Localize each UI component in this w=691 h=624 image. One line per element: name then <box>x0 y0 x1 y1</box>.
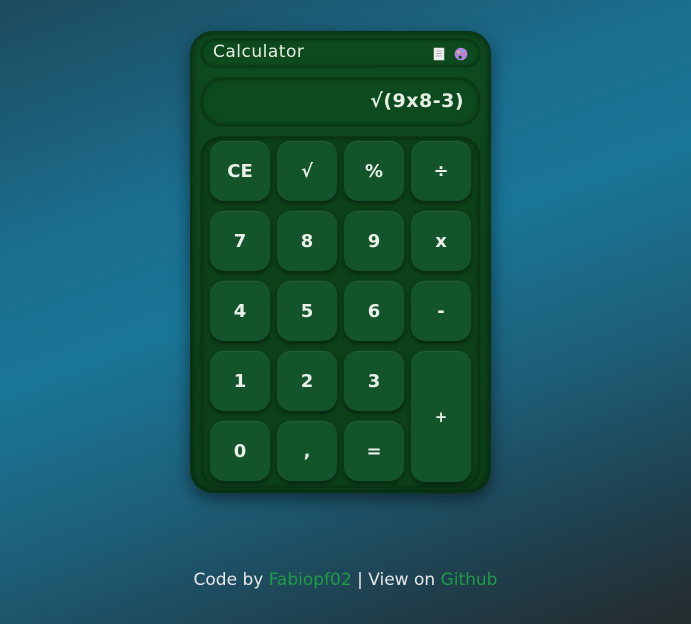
digit-5-button[interactable]: 5 <box>277 281 337 341</box>
digit-3-button[interactable]: 3 <box>344 351 404 411</box>
minus-button[interactable]: - <box>411 281 471 341</box>
history-icon[interactable] <box>432 46 446 61</box>
digit-2-button[interactable]: 2 <box>277 351 337 411</box>
digit-0-button[interactable]: 0 <box>210 421 270 481</box>
keypad: CE √ % ÷ 7 8 9 x 4 5 6 - 1 2 3 + 0 , = <box>201 137 480 488</box>
title-bar: Calculator <box>201 39 480 67</box>
clear-entry-button[interactable]: CE <box>210 141 270 201</box>
github-link[interactable]: Github <box>441 570 498 590</box>
digit-8-button[interactable]: 8 <box>277 211 337 271</box>
footer-separator: | View on <box>351 570 441 590</box>
display: √(9x8-3) <box>201 78 480 126</box>
equals-button[interactable]: = <box>344 421 404 481</box>
author-link[interactable]: Fabiopf02 <box>269 570 352 590</box>
theme-palette-icon[interactable] <box>454 46 468 61</box>
divide-button[interactable]: ÷ <box>411 141 471 201</box>
display-expression: √(9x8-3) <box>370 90 464 112</box>
app-title: Calculator <box>213 42 305 62</box>
footer-prefix: Code by <box>193 570 269 590</box>
calculator: Calculator √(9x8-3) CE √ % ÷ 7 8 9 x 4 5… <box>191 32 490 492</box>
percent-button[interactable]: % <box>344 141 404 201</box>
digit-9-button[interactable]: 9 <box>344 211 404 271</box>
square-root-button[interactable]: √ <box>277 141 337 201</box>
comma-button[interactable]: , <box>277 421 337 481</box>
footer: Code by Fabiopf02 | View on Github <box>0 570 691 590</box>
multiply-button[interactable]: x <box>411 211 471 271</box>
digit-6-button[interactable]: 6 <box>344 281 404 341</box>
digit-1-button[interactable]: 1 <box>210 351 270 411</box>
plus-button[interactable]: + <box>411 351 471 482</box>
digit-4-button[interactable]: 4 <box>210 281 270 341</box>
digit-7-button[interactable]: 7 <box>210 211 270 271</box>
